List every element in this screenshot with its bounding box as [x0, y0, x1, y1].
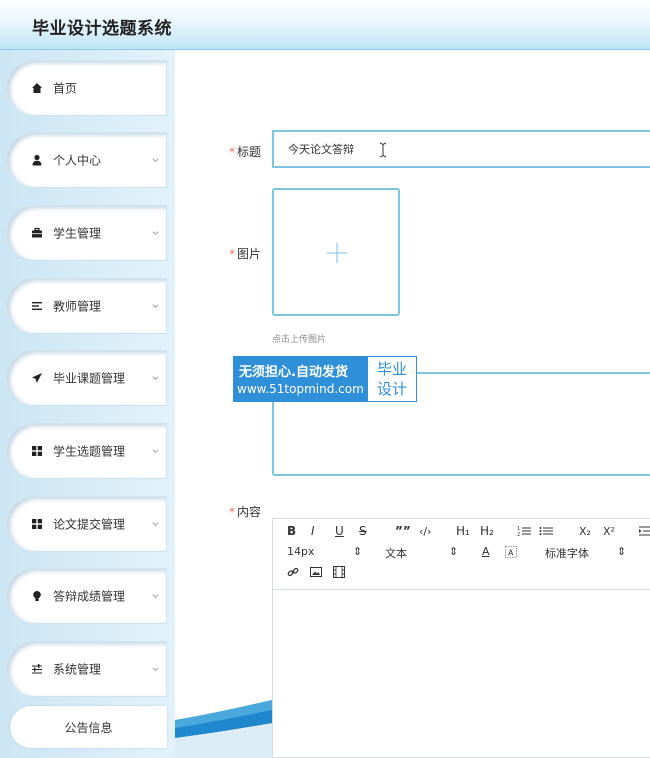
required-mark: * — [229, 505, 235, 519]
italic-button[interactable]: I — [311, 524, 315, 538]
main-content: *标题 *图片 点击上传图片 无须担心.自动发货 www.51topmind.c… — [175, 50, 650, 758]
image-upload-box[interactable] — [272, 188, 400, 316]
sidebar-item-label: 首页 — [53, 81, 78, 96]
chevron-down-icon — [152, 449, 159, 453]
editor-toolbar: B I U S ”” ‹/› H₁ H₂ 12 X₂ X² 14px ⇕ 文本 … — [273, 519, 650, 590]
h2-button[interactable]: H₂ — [480, 524, 494, 538]
user-icon — [32, 154, 42, 166]
sidebar-item-selection[interactable]: 学生选题管理 — [6, 423, 167, 479]
indent-icon[interactable] — [639, 525, 650, 537]
text-cursor-icon — [379, 142, 387, 158]
plus-icon — [327, 243, 347, 263]
app-title: 毕业设计选题系统 — [32, 19, 172, 39]
sidebar-item-label: 毕业课题管理 — [53, 371, 126, 386]
chevron-down-icon — [152, 667, 159, 671]
sidebar-item-students[interactable]: 学生管理 — [6, 205, 167, 261]
format-arrow-icon[interactable]: ⇕ — [449, 545, 458, 558]
format-select[interactable]: 文本 — [385, 545, 407, 561]
chevron-down-icon — [152, 158, 159, 162]
sidebar: 首页 个人中心 学生管理 教师管理 毕业课题管理 学生选题管理 论文提交管理 答… — [0, 50, 175, 758]
watermark-banner: 无须担心.自动发货 www.51topmind.com 毕业 设计 — [233, 356, 417, 402]
briefcase-icon — [32, 227, 42, 238]
watermark-line1: 无须担心.自动发货 — [239, 365, 348, 380]
rich-text-editor[interactable]: B I U S ”” ‹/› H₁ H₂ 12 X₂ X² 14px ⇕ 文本 … — [272, 518, 650, 758]
bullet-list-icon[interactable] — [539, 525, 553, 537]
h1-button[interactable]: H₁ — [456, 524, 470, 538]
upload-tip: 点击上传图片 — [272, 335, 327, 345]
sidebar-item-label: 系统管理 — [53, 662, 102, 677]
underline-button[interactable]: U — [335, 524, 344, 538]
svg-text:2: 2 — [517, 532, 520, 537]
background-color-icon[interactable]: A — [505, 546, 517, 558]
font-size-select[interactable]: 14px — [287, 545, 315, 558]
sidebar-item-label: 答辩成绩管理 — [53, 589, 126, 604]
list-icon — [32, 302, 42, 310]
sliders-icon — [32, 664, 42, 674]
chevron-down-icon — [152, 376, 159, 380]
chevron-down-icon — [152, 231, 159, 235]
image-label: * 图片 — [229, 247, 262, 261]
app-header: 毕业设计选题系统 — [0, 0, 650, 50]
video-icon[interactable] — [333, 566, 345, 578]
font-size-arrow-icon[interactable]: ⇕ — [353, 545, 362, 558]
blockquote-button[interactable]: ”” — [395, 524, 411, 538]
sidebar-item-thesis[interactable]: 论文提交管理 — [6, 496, 167, 552]
required-mark: * — [229, 145, 235, 159]
font-family-arrow-icon[interactable]: ⇕ — [617, 545, 626, 558]
send-icon — [32, 373, 42, 383]
bold-button[interactable]: B — [287, 524, 296, 538]
font-color-button[interactable]: A — [482, 545, 490, 558]
title-input[interactable] — [272, 130, 650, 168]
superscript-button[interactable]: X² — [603, 525, 615, 538]
sidebar-item-system[interactable]: 系统管理 — [6, 641, 167, 697]
subscript-button[interactable]: X₂ — [579, 525, 591, 538]
link-icon[interactable] — [287, 566, 299, 578]
sidebar-item-label: 论文提交管理 — [53, 517, 126, 532]
chevron-down-icon — [152, 304, 159, 308]
chevron-down-icon — [152, 522, 159, 526]
watermark-line2: www.51topmind.com — [237, 382, 364, 396]
code-block-button[interactable]: ‹/› — [419, 525, 432, 538]
sidebar-item-label: 学生选题管理 — [53, 444, 126, 459]
title-label: * 标题 — [229, 145, 262, 159]
image-icon[interactable] — [310, 566, 322, 578]
sidebar-item-label: 个人中心 — [53, 153, 102, 168]
home-icon — [32, 83, 42, 93]
sidebar-item-label: 学生管理 — [53, 226, 102, 241]
chevron-down-icon — [152, 594, 159, 598]
sidebar-item-notice[interactable]: 公告信息 — [10, 706, 167, 748]
lightbulb-icon — [33, 591, 41, 601]
sidebar-item-teachers[interactable]: 教师管理 — [6, 278, 167, 334]
sidebar-item-defense[interactable]: 答辩成绩管理 — [6, 568, 167, 624]
content-label: * 内容 — [229, 505, 262, 519]
grid-icon — [32, 519, 42, 529]
font-family-select[interactable]: 标准字体 — [545, 545, 589, 561]
grid-icon — [32, 446, 42, 456]
sidebar-item-home[interactable]: 首页 — [6, 60, 167, 116]
sidebar-item-topics[interactable]: 毕业课题管理 — [6, 350, 167, 406]
watermark-badge: 毕业 设计 — [368, 357, 416, 401]
strike-button[interactable]: S — [359, 524, 367, 538]
sidebar-item-profile[interactable]: 个人中心 — [6, 132, 167, 188]
required-mark: * — [229, 247, 235, 261]
sidebar-item-label: 教师管理 — [53, 299, 102, 314]
svg-text:A: A — [508, 549, 514, 558]
ordered-list-icon[interactable]: 12 — [517, 525, 531, 537]
